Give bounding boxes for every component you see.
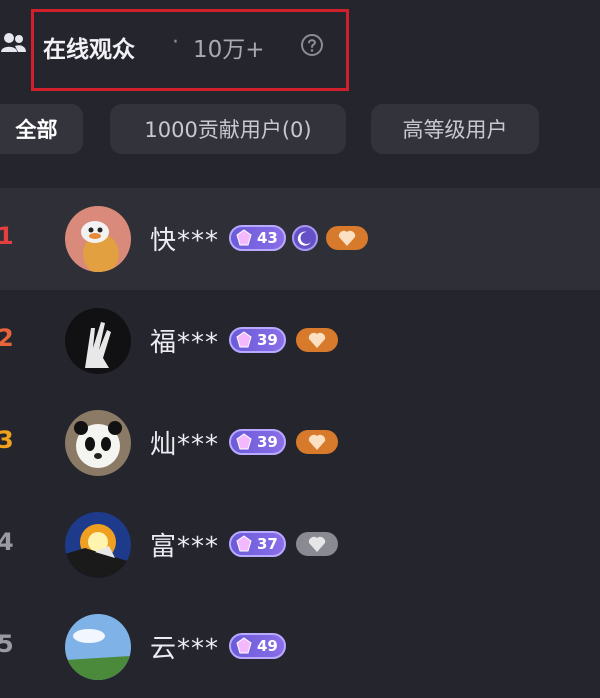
heart-icon [338, 230, 356, 246]
rank-number: 3 [0, 426, 14, 454]
online-audience-title: 在线观众 [43, 37, 135, 63]
avatar[interactable] [65, 512, 131, 578]
level-number: 37 [257, 535, 278, 553]
level-number: 43 [257, 229, 278, 247]
sky-avatar-icon [65, 614, 131, 680]
sunset-avatar-icon [65, 512, 131, 578]
avatar[interactable] [65, 206, 131, 272]
fan-badge [296, 430, 338, 454]
rank-number: 4 [0, 528, 14, 556]
gem-icon [236, 229, 252, 246]
viewer-name: 福*** [150, 328, 220, 358]
tab-high-level-users[interactable]: 高等级用户 [371, 104, 539, 154]
tab-top-contributors[interactable]: 1000贡献用户(0) [110, 104, 346, 154]
viewer-header: 在线观众 · 10万+ [0, 0, 600, 92]
viewer-row[interactable]: 4 富*** 37 [0, 494, 600, 596]
tab-all[interactable]: 全部 [0, 104, 83, 154]
gem-icon [236, 433, 252, 450]
level-badge: 49 [229, 633, 286, 659]
gem-icon [236, 637, 252, 654]
dark-hand-avatar-icon [65, 308, 131, 374]
level-badge: 37 [229, 531, 286, 557]
users-icon [1, 33, 26, 52]
rank-number: 1 [0, 222, 14, 250]
level-number: 49 [257, 637, 278, 655]
viewer-row[interactable]: 1 快*** 43 [0, 188, 600, 290]
filter-tabs: 全部 1000贡献用户(0) 高等级用户 [0, 104, 600, 156]
avatar[interactable] [65, 308, 131, 374]
avatar[interactable] [65, 410, 131, 476]
viewer-row[interactable]: 5 云*** 49 [0, 596, 600, 698]
viewer-name: 富*** [150, 532, 220, 562]
moon-badge [292, 225, 318, 251]
viewer-name: 快*** [150, 226, 220, 256]
fan-badge [296, 532, 338, 556]
avatar[interactable] [65, 614, 131, 680]
viewer-row[interactable]: 2 福*** 39 [0, 290, 600, 392]
heart-icon [308, 332, 326, 348]
fan-badge [326, 226, 368, 250]
heart-icon [308, 434, 326, 450]
fan-badge [296, 328, 338, 352]
gem-icon [236, 331, 252, 348]
moon-icon [297, 231, 311, 246]
level-badge: 39 [229, 429, 286, 455]
gem-icon [236, 535, 252, 552]
level-number: 39 [257, 433, 278, 451]
level-badge: 39 [229, 327, 286, 353]
heart-icon [308, 536, 326, 552]
rank-number: 2 [0, 324, 14, 352]
duck-avatar-icon [65, 206, 131, 272]
level-number: 39 [257, 331, 278, 349]
help-icon[interactable] [300, 33, 324, 57]
separator-dot: · [172, 30, 179, 55]
rank-number: 5 [0, 630, 14, 658]
viewer-name: 云*** [150, 634, 220, 664]
audience-count: 10万+ [193, 37, 265, 63]
viewer-row[interactable]: 3 灿*** 39 [0, 392, 600, 494]
panda-avatar-icon [65, 410, 131, 476]
level-badge: 43 [229, 225, 286, 251]
viewer-name: 灿*** [150, 430, 220, 460]
